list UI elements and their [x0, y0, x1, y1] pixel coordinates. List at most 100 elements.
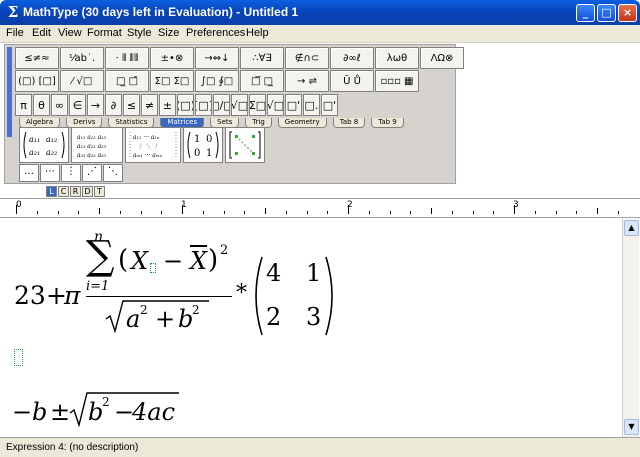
eq-exp-2: 2: [220, 243, 229, 258]
minimize-button[interactable]: _: [576, 4, 595, 22]
ruler-tick: [161, 211, 162, 214]
empty-expression-placeholder[interactable]: [14, 349, 23, 366]
sigma-icon: Σ: [7, 3, 19, 21]
element-of-button[interactable]: ∈: [69, 94, 86, 116]
relational-symbols-button[interactable]: ≤≠≈: [15, 47, 59, 69]
root-button[interactable]: √□: [267, 94, 284, 116]
maximize-button[interactable]: □: [597, 4, 616, 22]
subscript-button[interactable]: □.: [303, 94, 320, 116]
ruler-tick: [452, 211, 453, 214]
eq-sum-sign: ∑: [86, 233, 115, 279]
svg-text:a₁₁: a₁₁: [29, 135, 40, 144]
eq-sqrt-a: a: [126, 305, 141, 333]
tabstop-center-button[interactable]: C: [58, 186, 69, 197]
misc-symbols-button[interactable]: ∂∞ℓ: [330, 47, 374, 69]
greek-uppercase-button[interactable]: ΛΩ⊗: [420, 47, 464, 69]
theta-button[interactable]: θ: [33, 94, 50, 116]
fraction-radical-templates-button[interactable]: ⁄ √□: [60, 70, 104, 92]
menu-view[interactable]: View: [58, 27, 82, 39]
radical-button[interactable]: √□: [231, 94, 248, 116]
infinity-button[interactable]: ∞: [51, 94, 68, 116]
ruler-tick: [514, 205, 515, 214]
prime-button[interactable]: □': [321, 94, 338, 116]
ruler-tick: [597, 208, 598, 214]
symbol-palette-row: ≤≠≈ ⅟ab˙. ⋅ ⦀ ⦀⦀ ±•⊗ →⇔↓ ∴∀∃ ∉∩⊂ ∂∞ℓ λωθ…: [15, 47, 464, 69]
svg-text:a₂₁: a₂₁: [29, 148, 40, 157]
tabstop-right-button[interactable]: R: [70, 186, 81, 197]
vertical-scrollbar[interactable]: ▲ ▼: [622, 219, 639, 437]
ruler-tick: [390, 211, 391, 214]
summation-button[interactable]: Σ□: [249, 94, 266, 116]
right-arrow-button[interactable]: →: [87, 94, 104, 116]
eq-paren-close: ): [208, 245, 219, 275]
operator-symbols-button[interactable]: ±•⊗: [150, 47, 194, 69]
embellishments-button[interactable]: ⋅ ⦀ ⦀⦀: [105, 47, 149, 69]
fraction-button[interactable]: □/□: [213, 94, 230, 116]
tab-stop-selector: L C R D T: [46, 186, 105, 197]
svg-text:0: 0: [194, 148, 200, 159]
products-set-templates-button[interactable]: Ū Ů: [330, 70, 374, 92]
summation-templates-button[interactable]: Σ□ Σ□: [150, 70, 194, 92]
tabstop-left-button[interactable]: L: [46, 186, 57, 197]
menu-file[interactable]: File: [6, 27, 24, 39]
set-theory-symbols-button[interactable]: ∉∩⊂: [285, 47, 329, 69]
identity-matrix-template[interactable]: 1 0 0 1: [183, 127, 223, 163]
plus-minus-button[interactable]: ±: [159, 94, 176, 116]
partial-button[interactable]: ∂: [105, 94, 122, 116]
ellipsis-centered-button[interactable]: ⋯: [40, 164, 60, 182]
tabstop-relational-button[interactable]: T: [94, 186, 105, 197]
parentheses-button[interactable]: (□): [177, 94, 194, 116]
menu-size[interactable]: Size: [158, 27, 179, 39]
close-button[interactable]: ×: [618, 4, 637, 22]
menu-preferences[interactable]: Preferences: [186, 27, 245, 39]
eq-matrix-m11: 4: [266, 259, 282, 287]
less-equal-button[interactable]: ≤: [123, 94, 140, 116]
ruler-tick: [576, 211, 577, 214]
logical-symbols-button[interactable]: ∴∀∃: [240, 47, 284, 69]
brackets-button[interactable]: [□]: [195, 94, 212, 116]
svg-text:0: 0: [206, 134, 212, 145]
toolbar-grip[interactable]: [7, 47, 12, 137]
labeled-arrow-templates-button[interactable]: → ⇌: [285, 70, 329, 92]
menu-bar: File Edit View Format Style Size Prefere…: [0, 25, 640, 43]
menu-style[interactable]: Style: [127, 27, 151, 39]
svg-text:a₃₁ a₃₂ a₃₃: a₃₁ a₃₂ a₃₃: [77, 152, 107, 159]
spaces-ellipses-button[interactable]: ⅟ab˙.: [60, 47, 104, 69]
svg-text:1: 1: [194, 134, 200, 145]
status-bar: Expression 4: (no description): [0, 437, 640, 457]
superscript-button[interactable]: □': [285, 94, 302, 116]
greek-lowercase-button[interactable]: λωθ: [375, 47, 419, 69]
ruler-tick: [431, 208, 432, 214]
svg-text:a₁₁ a₁₂ a₁₃: a₁₁ a₁₂ a₁₃: [77, 134, 107, 141]
integral-templates-button[interactable]: ∫□ ∮□: [195, 70, 239, 92]
ellipsis-vertical-button[interactable]: ⋮: [61, 164, 81, 182]
matrix-3x3-template[interactable]: a₁₁ a₁₂ a₁₃ a₂₁ a₂₂ a₂₃ a₃₁ a₃₂ a₃₃: [71, 127, 123, 163]
scroll-down-button[interactable]: ▼: [624, 419, 639, 435]
ellipsis-up-diagonal-button[interactable]: ⋰: [82, 164, 102, 182]
scroll-up-button[interactable]: ▲: [624, 220, 639, 236]
math-toolbar: ≤≠≈ ⅟ab˙. ⋅ ⦀ ⦀⦀ ±•⊗ →⇔↓ ∴∀∃ ∉∩⊂ ∂∞ℓ λωθ…: [4, 44, 464, 184]
ruler[interactable]: 0 1 2 3: [0, 198, 640, 218]
menu-help[interactable]: Help: [246, 27, 269, 39]
subscript-superscript-templates-button[interactable]: □̲ □̄: [105, 70, 149, 92]
ruler-tick: [78, 211, 79, 214]
fence-templates-button[interactable]: (□) [□]: [15, 70, 59, 92]
not-equal-button[interactable]: ≠: [141, 94, 158, 116]
subscript-placeholder[interactable]: [150, 263, 156, 273]
ruler-tick: [473, 211, 474, 214]
menu-edit[interactable]: Edit: [32, 27, 51, 39]
svg-text:a₁₂: a₁₂: [46, 135, 57, 144]
underbar-overbar-templates-button[interactable]: □̅ □̲: [240, 70, 284, 92]
matrix-templates-button[interactable]: ▫▫▫ ▦: [375, 70, 419, 92]
matrix-2x2-template[interactable]: a₁₁ a₁₂ a₂₁ a₂₂: [19, 127, 69, 163]
arrow-symbols-button[interactable]: →⇔↓: [195, 47, 239, 69]
matrix-mxn-template[interactable]: a₁₁ ··· a₁ₙ ⋮ ⋱ ⋮ aₘ₁ ··· aₘₙ: [125, 127, 181, 163]
sparse-matrix-template[interactable]: [225, 127, 265, 163]
ellipsis-baseline-button[interactable]: …: [19, 164, 39, 182]
pi-button[interactable]: π: [15, 94, 32, 116]
tabstop-decimal-button[interactable]: D: [82, 186, 93, 197]
ruler-tick: [99, 208, 100, 214]
equation-editor[interactable]: 23 + π n ∑ i=1 ( X − X ) 2 a 2 + b 2 * 4…: [0, 219, 622, 437]
menu-format[interactable]: Format: [87, 27, 122, 39]
ellipsis-down-diagonal-button[interactable]: ⋱: [103, 164, 123, 182]
